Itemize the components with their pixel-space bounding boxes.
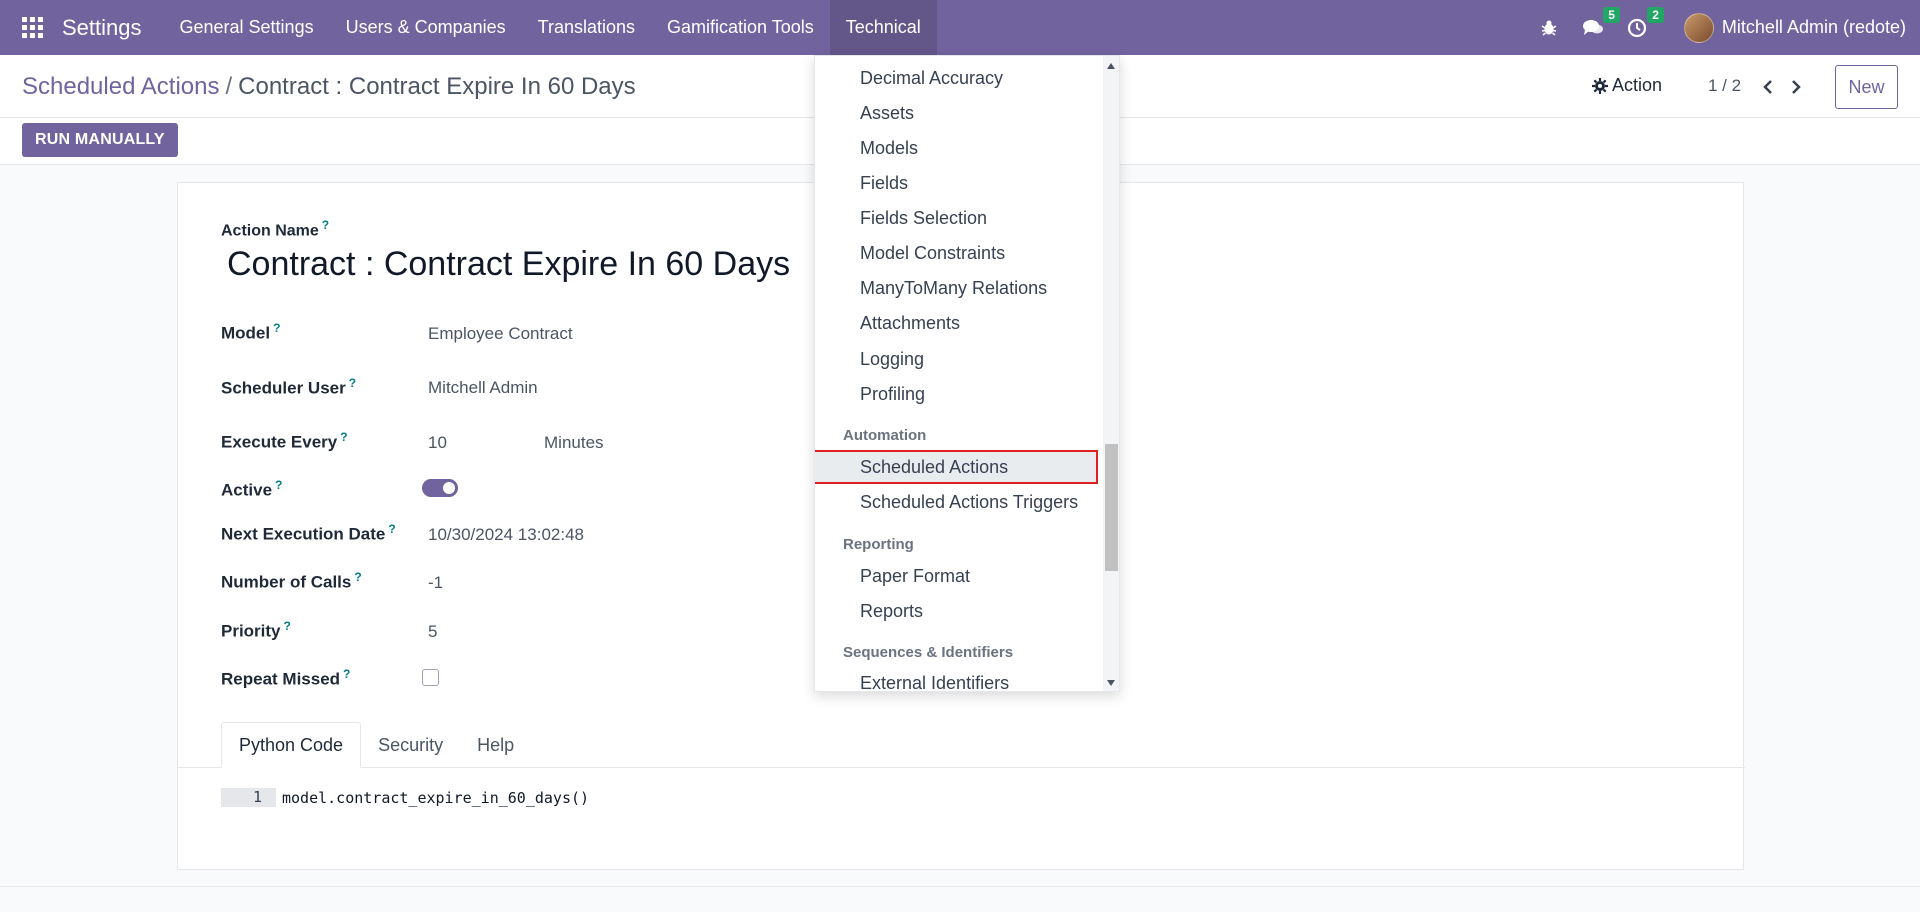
pager-previous-button[interactable]	[1756, 75, 1780, 99]
dropdown-item-assets[interactable]: Assets	[860, 103, 914, 124]
dropdown-item-scheduled-actions-triggers[interactable]: Scheduled Actions Triggers	[860, 492, 1078, 513]
interval-number-field[interactable]: 10	[428, 433, 447, 453]
code-text[interactable]: model.contract_expire_in_60_days()	[282, 789, 589, 807]
help-icon[interactable]: ?	[349, 376, 356, 390]
active-toggle[interactable]	[422, 479, 458, 497]
help-icon[interactable]: ?	[275, 478, 282, 492]
scheduler-user-field[interactable]: Mitchell Admin	[428, 378, 538, 398]
chevron-right-icon	[1792, 80, 1801, 94]
technical-dropdown-menu: Decimal Accuracy Assets Models Fields Fi…	[814, 55, 1120, 692]
clock-icon[interactable]: 2	[1626, 6, 1664, 39]
top-navbar: Settings General Settings Users & Compan…	[0, 0, 1920, 55]
breadcrumb-current: Contract : Contract Expire In 60 Days	[238, 73, 636, 100]
dropdown-item-reports[interactable]: Reports	[860, 601, 923, 622]
help-icon[interactable]: ?	[340, 430, 347, 444]
help-icon[interactable]: ?	[284, 619, 291, 633]
messages-badge: 5	[1603, 6, 1620, 23]
app-title[interactable]: Settings	[62, 15, 142, 41]
breadcrumb-separator: /	[225, 73, 233, 100]
run-manually-button[interactable]: RUN MANUALLY	[22, 123, 178, 157]
avatar	[1683, 12, 1714, 43]
activities-badge: 2	[1647, 6, 1664, 23]
dropdown-header-reporting: Reporting	[843, 536, 914, 553]
tab-security[interactable]: Security	[361, 722, 460, 768]
dropdown-item-decimal-accuracy[interactable]: Decimal Accuracy	[860, 68, 1003, 89]
tab-python-code[interactable]: Python Code	[221, 722, 362, 768]
notebook-tabs: Python Code Security Help	[221, 722, 531, 768]
apps-grid-icon[interactable]	[22, 16, 44, 39]
active-label: Active?	[221, 478, 283, 500]
gear-icon	[1592, 77, 1608, 94]
execute-every-label: Execute Every?	[221, 430, 348, 452]
pager-next-button[interactable]	[1784, 75, 1808, 99]
help-icon[interactable]: ?	[273, 321, 280, 335]
dropdown-item-fields[interactable]: Fields	[860, 173, 908, 194]
code-editor[interactable]: 1 model.contract_expire_in_60_days()	[221, 788, 589, 807]
help-icon[interactable]: ?	[388, 522, 395, 536]
dropdown-header-automation: Automation	[843, 427, 927, 444]
dropdown-header-sequences: Sequences & Identifiers	[843, 644, 1014, 661]
scrollbar-thumb[interactable]	[1105, 444, 1118, 571]
chat-icon[interactable]: 5	[1582, 6, 1620, 39]
help-icon[interactable]: ?	[343, 667, 350, 681]
number-of-calls-field[interactable]: -1	[428, 573, 443, 593]
action-name-label: Action Name?	[221, 218, 330, 240]
bug-icon[interactable]	[1538, 17, 1560, 39]
dropdown-item-many2many-relations[interactable]: ManyToMany Relations	[860, 278, 1047, 299]
page-bottom-divider	[0, 886, 1920, 887]
dropdown-item-fields-selection[interactable]: Fields Selection	[860, 208, 987, 229]
tab-help[interactable]: Help	[460, 722, 531, 768]
dropdown-item-scheduled-actions[interactable]: Scheduled Actions	[860, 457, 1008, 478]
number-of-calls-label: Number of Calls?	[221, 570, 362, 592]
dropdown-item-profiling[interactable]: Profiling	[860, 384, 925, 405]
new-button[interactable]: New	[1835, 65, 1898, 109]
priority-label: Priority?	[221, 619, 291, 641]
navbar-systray: 5 2 Mitchell Admin (redote)	[1538, 0, 1906, 55]
user-name: Mitchell Admin (redote)	[1721, 17, 1906, 37]
action-label: Action	[1612, 75, 1663, 95]
menu-users-companies[interactable]: Users & Companies	[330, 0, 522, 55]
action-name-field[interactable]: Contract : Contract Expire In 60 Days	[227, 245, 790, 284]
dropdown-item-model-constraints[interactable]: Model Constraints	[860, 243, 1005, 264]
repeat-missed-checkbox[interactable]	[422, 669, 439, 686]
next-execution-date-label: Next Execution Date?	[221, 522, 396, 544]
chevron-left-icon	[1763, 80, 1772, 94]
dropdown-scrollbar[interactable]	[1103, 56, 1119, 691]
scheduler-user-label: Scheduler User?	[221, 376, 357, 398]
action-menu-button[interactable]: Action	[1592, 75, 1662, 96]
menu-technical[interactable]: Technical	[829, 0, 937, 55]
priority-field[interactable]: 5	[428, 622, 437, 642]
main-menu: General Settings Users & Companies Trans…	[164, 0, 937, 55]
line-number: 1	[221, 788, 276, 807]
dropdown-item-models[interactable]: Models	[860, 138, 918, 159]
interval-unit-select[interactable]: Minutes	[544, 433, 604, 453]
user-menu[interactable]: Mitchell Admin (redote)	[1683, 12, 1906, 43]
dropdown-item-attachments[interactable]: Attachments	[860, 313, 960, 334]
model-label: Model?	[221, 321, 281, 343]
next-execution-date-field[interactable]: 10/30/2024 13:02:48	[428, 525, 584, 545]
model-field[interactable]: Employee Contract	[428, 324, 573, 344]
pager-value[interactable]: 1 / 2	[1708, 76, 1741, 96]
dropdown-item-paper-format[interactable]: Paper Format	[860, 566, 970, 587]
help-icon[interactable]: ?	[354, 570, 361, 584]
breadcrumb-parent[interactable]: Scheduled Actions	[22, 73, 219, 100]
menu-gamification-tools[interactable]: Gamification Tools	[651, 0, 830, 55]
menu-general-settings[interactable]: General Settings	[164, 0, 330, 55]
scroll-down-arrow-icon[interactable]	[1107, 680, 1115, 686]
dropdown-item-external-identifiers[interactable]: External Identifiers	[860, 673, 1009, 691]
breadcrumb: Scheduled Actions / Contract : Contract Ex…	[22, 73, 636, 101]
dropdown-item-logging[interactable]: Logging	[860, 349, 924, 370]
menu-translations[interactable]: Translations	[522, 0, 651, 55]
repeat-missed-label: Repeat Missed?	[221, 667, 351, 689]
help-icon[interactable]: ?	[322, 218, 329, 232]
scroll-up-arrow-icon[interactable]	[1107, 63, 1115, 69]
